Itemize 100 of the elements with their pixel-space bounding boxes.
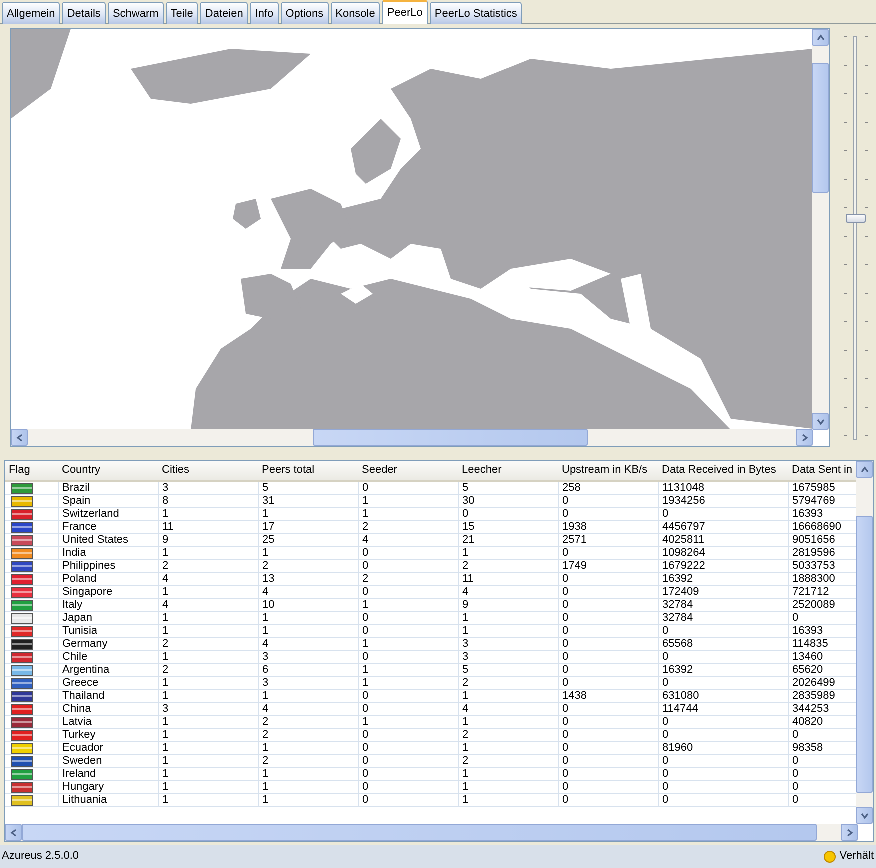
horizontal-scrollbar[interactable] bbox=[11, 429, 813, 446]
tab[interactable]: Allgemein bbox=[2, 2, 60, 24]
table-cell: 0 bbox=[662, 651, 669, 663]
table-cell: 721712 bbox=[792, 586, 830, 598]
table-cell: Japan bbox=[62, 612, 92, 624]
table-cell: 65568 bbox=[662, 638, 694, 650]
table-cell: 0 bbox=[662, 781, 669, 793]
table-cell: Tunisia bbox=[62, 625, 98, 637]
tab[interactable]: Dateien bbox=[200, 2, 248, 24]
scroll-right-button[interactable] bbox=[796, 429, 813, 446]
table-cell: 1 bbox=[462, 742, 469, 754]
table-cell: 0 bbox=[562, 677, 569, 689]
table-cell: 0 bbox=[362, 703, 369, 715]
vertical-scrollbar[interactable] bbox=[856, 461, 873, 824]
table-cell: 1 bbox=[262, 742, 269, 754]
table-cell: 8 bbox=[162, 495, 169, 507]
table-cell: 0 bbox=[562, 651, 569, 663]
table-cell: 0 bbox=[562, 508, 569, 520]
table-cell: 114744 bbox=[662, 703, 698, 715]
scrollbar-thumb[interactable] bbox=[313, 429, 588, 446]
table-cell: 9 bbox=[462, 599, 469, 611]
tab[interactable]: Options bbox=[280, 2, 329, 24]
table-cell: 4 bbox=[462, 703, 469, 715]
scrollbar-thumb[interactable] bbox=[856, 516, 873, 793]
table-cell: 3 bbox=[162, 482, 169, 494]
table-cell: 98358 bbox=[792, 742, 824, 754]
scroll-left-button[interactable] bbox=[5, 824, 22, 841]
table-cell: 1 bbox=[162, 729, 169, 741]
table-cell: 258 bbox=[562, 482, 581, 494]
table-cell: 1 bbox=[262, 781, 269, 793]
scroll-up-button[interactable] bbox=[856, 461, 873, 478]
table-cell: 2 bbox=[362, 521, 369, 533]
table-cell: 1749 bbox=[562, 560, 587, 572]
table-cell: 0 bbox=[792, 729, 799, 741]
tab[interactable]: Schwarm bbox=[108, 2, 164, 24]
tab[interactable]: Konsole bbox=[330, 2, 380, 24]
vertical-scrollbar[interactable] bbox=[812, 29, 829, 430]
tab[interactable]: PeerLo bbox=[382, 0, 428, 24]
table-cell: United States bbox=[62, 534, 129, 546]
scroll-down-button[interactable] bbox=[812, 413, 829, 430]
table-cell: 4456797 bbox=[662, 521, 706, 533]
table-cell: 0 bbox=[792, 612, 799, 624]
table-cell: 2 bbox=[262, 560, 269, 572]
table-cell: 5794769 bbox=[792, 495, 836, 507]
table-cell: 0 bbox=[662, 625, 669, 637]
table-cell: 0 bbox=[362, 742, 369, 754]
table-cell: 0 bbox=[562, 755, 569, 767]
table-cell: Philippines bbox=[62, 560, 116, 572]
table-cell: 0 bbox=[562, 625, 569, 637]
table-cell: India bbox=[62, 547, 86, 559]
table-cell: Latvia bbox=[62, 716, 92, 728]
table-cell: 344253 bbox=[792, 703, 830, 715]
scroll-down-button[interactable] bbox=[856, 807, 873, 824]
table-cell: 2 bbox=[262, 716, 269, 728]
table-cell: 4 bbox=[462, 586, 469, 598]
table-cell: 0 bbox=[662, 755, 669, 767]
table-cell: 13460 bbox=[792, 651, 824, 663]
table-cell: 0 bbox=[792, 794, 799, 806]
slider-thumb[interactable] bbox=[846, 214, 866, 223]
table-cell: 9051656 bbox=[792, 534, 836, 546]
scrollbar-thumb[interactable] bbox=[812, 63, 829, 193]
table-cell: 65620 bbox=[792, 664, 824, 676]
table-cell: 172409 bbox=[662, 586, 700, 598]
table-cell: Sweden bbox=[62, 755, 102, 767]
tab[interactable]: Info bbox=[250, 2, 279, 24]
chevron-right-icon bbox=[800, 432, 810, 442]
tab[interactable]: Details bbox=[62, 2, 106, 24]
table-cell: 1 bbox=[162, 508, 169, 520]
column-header[interactable]: Cities bbox=[162, 464, 190, 476]
table-cell: 0 bbox=[562, 729, 569, 741]
table-cell: 3 bbox=[262, 677, 269, 689]
version-label: Azureus 2.5.0.0 bbox=[2, 849, 80, 864]
scroll-left-button[interactable] bbox=[11, 429, 28, 446]
table-cell: 4025811 bbox=[662, 534, 705, 546]
table-cell: Spain bbox=[62, 495, 91, 507]
table-cell: 1 bbox=[462, 768, 469, 780]
table-cell: 1 bbox=[462, 794, 469, 806]
table-cell: 1438 bbox=[562, 690, 587, 702]
table-cell: Italy bbox=[62, 599, 83, 611]
table-cell: 40820 bbox=[792, 716, 824, 728]
table-cell: 1 bbox=[462, 612, 469, 624]
table-cell: 0 bbox=[562, 612, 569, 624]
scroll-right-button[interactable] bbox=[841, 824, 858, 841]
table-cell: 21 bbox=[462, 534, 475, 546]
table-cell: 1 bbox=[162, 586, 169, 598]
tab[interactable]: PeerLo Statistics bbox=[430, 2, 522, 24]
table-cell: 16392 bbox=[662, 664, 694, 676]
table-cell: 0 bbox=[362, 560, 369, 572]
table-cell: 114835 bbox=[792, 638, 828, 650]
scroll-up-button[interactable] bbox=[812, 29, 829, 46]
table-cell: 0 bbox=[562, 794, 569, 806]
tab[interactable]: Teile bbox=[166, 2, 198, 24]
chevron-up-icon bbox=[816, 32, 826, 42]
table-cell: 4 bbox=[362, 534, 369, 546]
table-cell: 31 bbox=[262, 495, 275, 507]
table-cell: 1131048 bbox=[662, 482, 705, 494]
table-cell: 2 bbox=[462, 729, 469, 741]
table-cell: 2520089 bbox=[792, 599, 836, 611]
table-cell: 2 bbox=[462, 560, 469, 572]
table-cell: 1 bbox=[362, 508, 369, 520]
